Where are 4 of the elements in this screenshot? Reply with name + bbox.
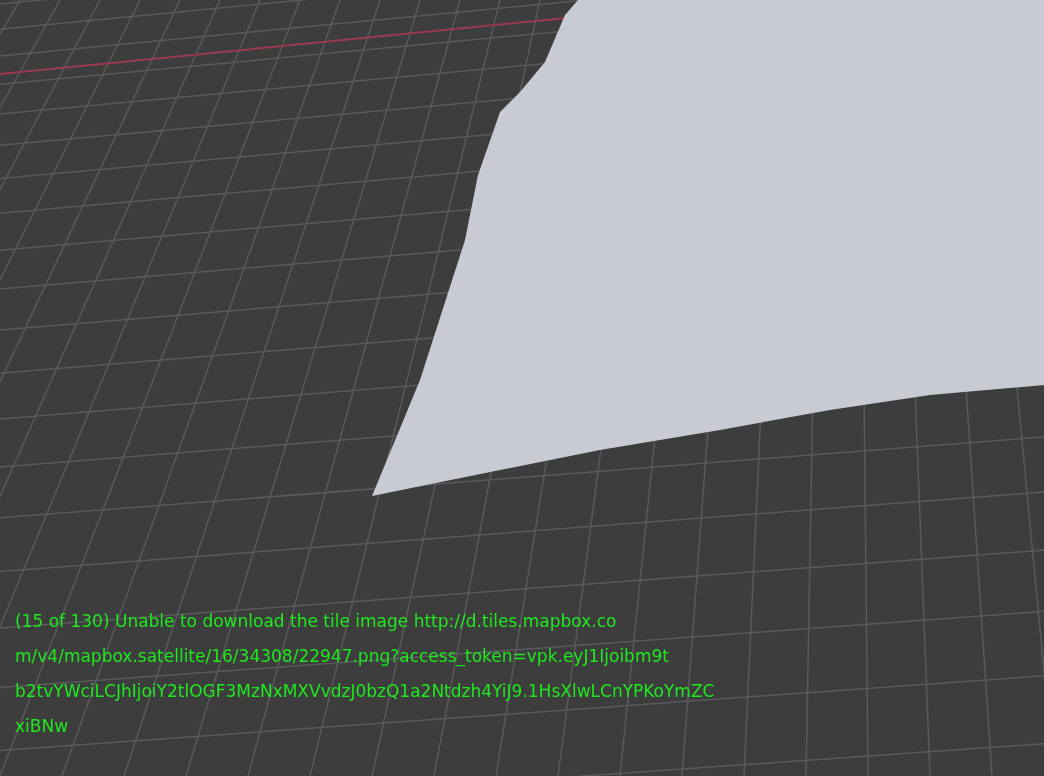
error-message: xiBNw [15,715,70,738]
error-message: (15 of 130) Unable to download the tile image http://d.tiles.mapbox.co [15,610,618,633]
error-message: m/v4/mapbox.satellite/16/34308/22947.png?access_token=vpk.eyJ1Ijoibm9t [15,645,670,669]
error-message: b2tvYWciLCJhIjoiY2tlOGF3MzNxMXVvdzJ0bzQ1a2Ntdzh4YiJ9.1HsXlwLCnYPKoYmZC [15,680,715,703]
